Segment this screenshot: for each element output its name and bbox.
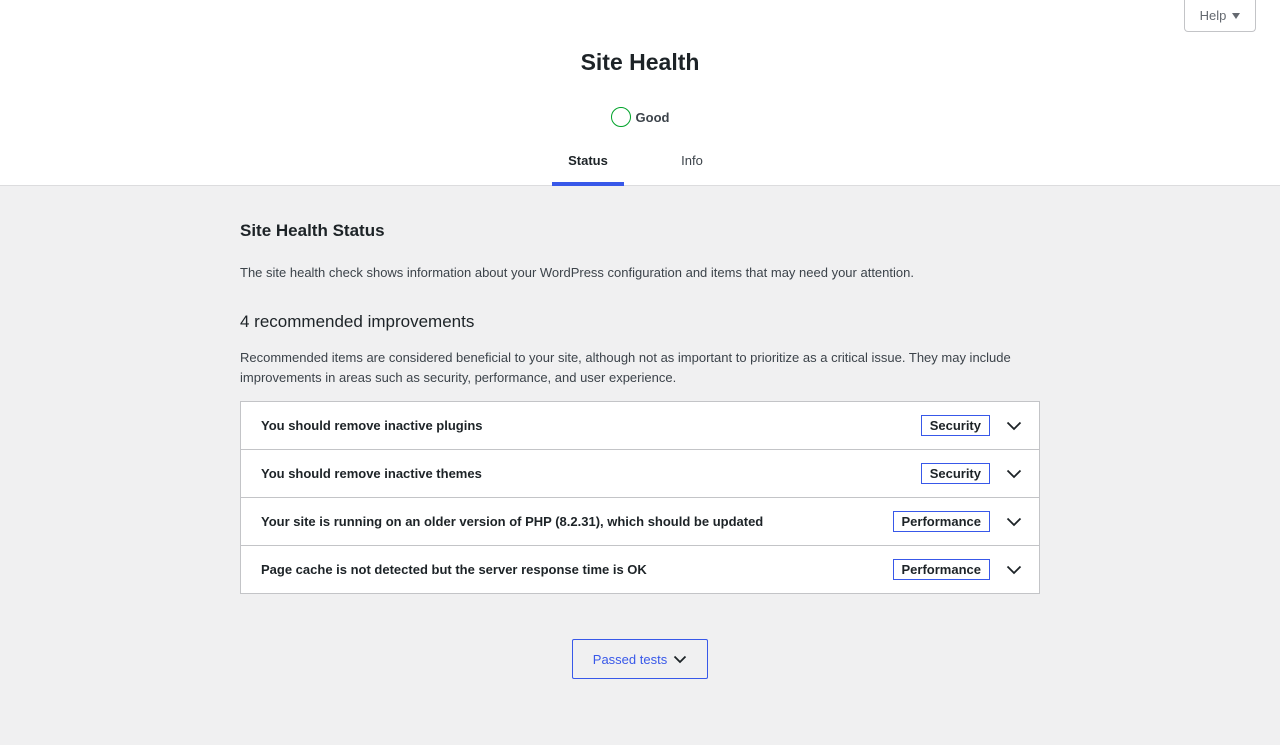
caret-down-icon xyxy=(1232,13,1241,19)
passed-tests-button[interactable]: Passed tests xyxy=(572,639,708,679)
chevron-down-icon xyxy=(673,652,687,667)
issue-title: You should remove inactive themes xyxy=(261,466,482,481)
chevron-down-icon xyxy=(1002,414,1026,438)
issue-inactive-plugins[interactable]: You should remove inactive plugins Secur… xyxy=(241,402,1039,450)
tab-status[interactable]: Status xyxy=(552,143,624,186)
recommended-description: Recommended items are considered benefic… xyxy=(240,350,1011,385)
intro-text: The site health check shows information … xyxy=(240,265,914,280)
issue-title: Page cache is not detected but the serve… xyxy=(261,562,647,577)
health-progress-circle-icon xyxy=(610,107,631,127)
issue-title: Your site is running on an older version… xyxy=(261,514,764,529)
chevron-down-icon xyxy=(1002,462,1026,486)
chevron-down-icon xyxy=(1002,558,1026,582)
page-title: Site Health xyxy=(580,49,700,75)
site-health-tabs: Status Info xyxy=(0,143,1280,186)
help-button[interactable]: Help xyxy=(1184,0,1256,32)
issue-badge-security: Security xyxy=(920,463,990,484)
recommended-issues-list: You should remove inactive plugins Secur… xyxy=(240,401,1040,594)
issue-badge-performance: Performance xyxy=(892,511,990,532)
health-rating: Good xyxy=(0,107,1280,127)
site-health-status-content: Site Health Status The site health check… xyxy=(240,186,1040,594)
section-title: Site Health Status xyxy=(240,221,385,240)
issue-title: You should remove inactive plugins xyxy=(261,418,483,433)
issue-php-version[interactable]: Your site is running on an older version… xyxy=(241,498,1039,546)
help-label: Help xyxy=(1199,7,1227,23)
tab-info[interactable]: Info xyxy=(668,143,716,186)
health-rating-label: Good xyxy=(635,109,670,125)
recommended-count-title: 4 recommended improvements xyxy=(240,312,475,331)
issue-badge-performance: Performance xyxy=(892,559,990,580)
passed-tests-label: Passed tests xyxy=(592,651,668,667)
issue-page-cache[interactable]: Page cache is not detected but the serve… xyxy=(241,546,1039,593)
issue-inactive-themes[interactable]: You should remove inactive themes Securi… xyxy=(241,450,1039,498)
passed-tests-wrap: Passed tests xyxy=(0,639,1280,679)
site-health-header: Help Site Health Good Status Info xyxy=(0,0,1280,186)
issue-badge-security: Security xyxy=(920,415,990,436)
chevron-down-icon xyxy=(1002,510,1026,534)
